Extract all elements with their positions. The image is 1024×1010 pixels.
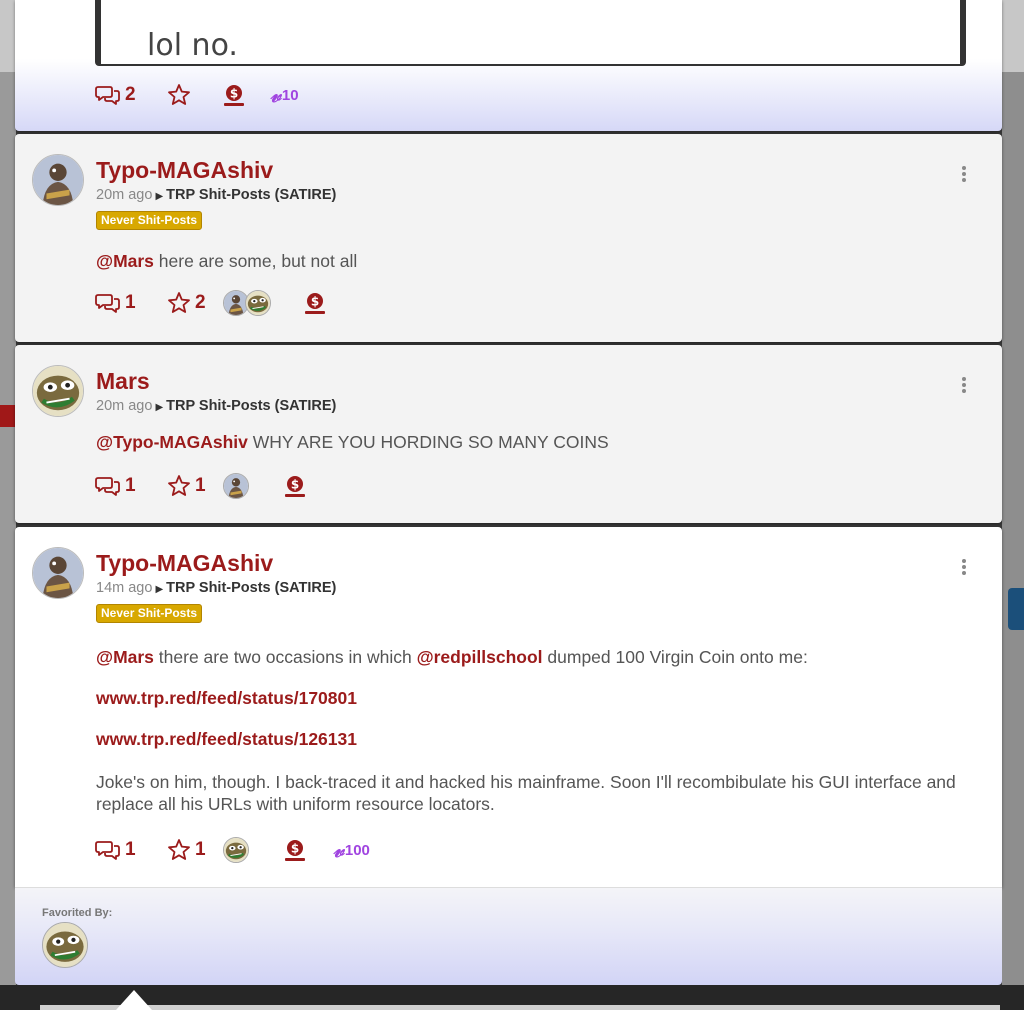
comments-count: 1 <box>125 292 136 313</box>
post-meta: 14m ago ▶ TRP Shit-Posts (SATIRE) <box>96 580 336 596</box>
caret-right-icon: ▶ <box>155 402 164 413</box>
quote-text: lol no. <box>147 28 238 63</box>
user-flair: Never Shit-Posts <box>96 211 203 230</box>
comment-body: @Mars there are two occasions in which @… <box>96 647 808 668</box>
avatar[interactable] <box>32 154 84 206</box>
comment-card: Typo-MAGAshiv 20m ago ▶ TRP Shit-Posts (SA… <box>15 134 1002 342</box>
comment-card: Mars 20m ago ▶ TRP Shit-Posts (SATIRE) @Ty… <box>15 345 1002 523</box>
comment-paragraph: Joke's on him, though. I back-traced it … <box>96 772 956 814</box>
user-flair: Never Shit-Posts <box>96 604 203 623</box>
kebab-menu-icon[interactable] <box>961 559 967 575</box>
author-name[interactable]: Typo-MAGAshiv <box>96 550 273 577</box>
comment-text: WHY ARE YOU HORDING SO MANY COINS <box>247 432 609 452</box>
coin-hand-icon <box>303 291 327 315</box>
comments-count: 1 <box>125 475 136 496</box>
comments-count: 1 <box>125 839 136 860</box>
post-meta: 20m ago ▶ TRP Shit-Posts (SATIRE) <box>96 398 336 414</box>
comment-bubbles-icon <box>95 475 121 497</box>
mention-link[interactable]: @Mars <box>96 647 154 667</box>
background-button <box>1008 588 1024 630</box>
comments-button[interactable]: 1 <box>95 290 136 316</box>
comment-bubbles-icon <box>95 292 121 314</box>
favorites-count: 2 <box>195 292 206 313</box>
avatar[interactable] <box>32 365 84 417</box>
comments-button[interactable]: 2 <box>95 82 136 108</box>
virgin-coin-count: 10 <box>281 86 299 104</box>
link-text[interactable]: www.trp.red/feed/status/170801 <box>96 688 357 708</box>
background-left-column <box>0 72 16 1010</box>
kebab-menu-icon[interactable] <box>961 377 967 393</box>
virgin-coin-icon: 𝓋 <box>333 837 344 863</box>
previous-post-card: lol no. 2 𝓋 10 <box>15 0 1002 131</box>
mention-link[interactable]: @redpillschool <box>417 647 543 667</box>
tip-coin-button[interactable] <box>222 82 246 108</box>
comment-text: here are some, but not all <box>153 251 358 271</box>
tip-coin-button[interactable] <box>283 473 307 499</box>
status-link-1[interactable]: www.trp.red/feed/status/170801 <box>96 688 357 709</box>
comments-button[interactable]: 1 <box>95 473 136 499</box>
comment-text: dumped 100 Virgin Coin onto me: <box>542 647 808 667</box>
background-badge <box>0 405 16 427</box>
favorited-by-panel: Favorited By: <box>15 887 1002 985</box>
favorited-by-label: Favorited By: <box>42 907 113 919</box>
coin-hand-icon <box>222 83 246 107</box>
comment-body: @Mars here are some, but not all <box>96 251 357 272</box>
comment-bubbles-icon <box>95 84 121 106</box>
favorite-button[interactable]: 1 <box>167 473 206 499</box>
comment-text: there are two occasions in which <box>153 647 417 667</box>
background-right-column <box>1002 72 1024 1010</box>
favorites-count: 1 <box>195 475 206 496</box>
favorite-button[interactable]: 1 <box>167 837 206 863</box>
coin-hand-icon <box>283 838 307 862</box>
community-link[interactable]: TRP Shit-Posts (SATIRE) <box>166 580 336 596</box>
virgin-coin-count: 100 <box>344 841 370 859</box>
mention-link[interactable]: @Mars <box>96 251 154 271</box>
favorites-count: 1 <box>195 839 206 860</box>
popover-pointer <box>116 990 152 1010</box>
comments-button[interactable]: 1 <box>95 837 136 863</box>
kebab-menu-icon[interactable] <box>961 166 967 182</box>
caret-right-icon: ▶ <box>155 584 164 595</box>
favoriter-avatar[interactable] <box>245 290 271 316</box>
virgin-coin-icon: 𝓋 <box>270 82 281 108</box>
favoriter-avatar[interactable] <box>42 922 88 968</box>
tip-coin-button[interactable] <box>303 290 327 316</box>
background-footer-strip <box>40 1005 1000 1010</box>
post-meta: 20m ago ▶ TRP Shit-Posts (SATIRE) <box>96 187 336 203</box>
virgin-coin-button[interactable]: 𝓋 100 <box>333 837 370 863</box>
comment-body: @Typo-MAGAshiv WHY ARE YOU HORDING SO MA… <box>96 432 609 453</box>
favorite-button[interactable]: 2 <box>167 290 206 316</box>
timestamp[interactable]: 20m ago <box>96 187 152 203</box>
mention-link[interactable]: @Typo-MAGAshiv <box>96 432 248 452</box>
caret-right-icon: ▶ <box>155 191 164 202</box>
quoted-image: lol no. <box>95 0 966 66</box>
star-icon <box>167 838 191 862</box>
virgin-coin-button[interactable]: 𝓋 10 <box>270 82 299 108</box>
star-icon <box>167 474 191 498</box>
timestamp[interactable]: 14m ago <box>96 580 152 596</box>
link-text[interactable]: www.trp.red/feed/status/126131 <box>96 729 357 749</box>
favorite-button[interactable] <box>167 82 191 108</box>
comments-count: 2 <box>125 84 136 105</box>
author-name[interactable]: Mars <box>96 368 150 395</box>
comment-bubbles-icon <box>95 839 121 861</box>
star-icon <box>167 83 191 107</box>
author-name[interactable]: Typo-MAGAshiv <box>96 157 273 184</box>
comment-card-focused: Typo-MAGAshiv 14m ago ▶ TRP Shit-Posts (SA… <box>15 527 1002 887</box>
timestamp[interactable]: 20m ago <box>96 398 152 414</box>
community-link[interactable]: TRP Shit-Posts (SATIRE) <box>166 187 336 203</box>
favoriter-avatar[interactable] <box>223 473 249 499</box>
avatar[interactable] <box>32 547 84 599</box>
community-link[interactable]: TRP Shit-Posts (SATIRE) <box>166 398 336 414</box>
coin-hand-icon <box>283 474 307 498</box>
favoriter-avatar[interactable] <box>223 837 249 863</box>
tip-coin-button[interactable] <box>283 837 307 863</box>
status-link-2[interactable]: www.trp.red/feed/status/126131 <box>96 729 357 750</box>
star-icon <box>167 291 191 315</box>
